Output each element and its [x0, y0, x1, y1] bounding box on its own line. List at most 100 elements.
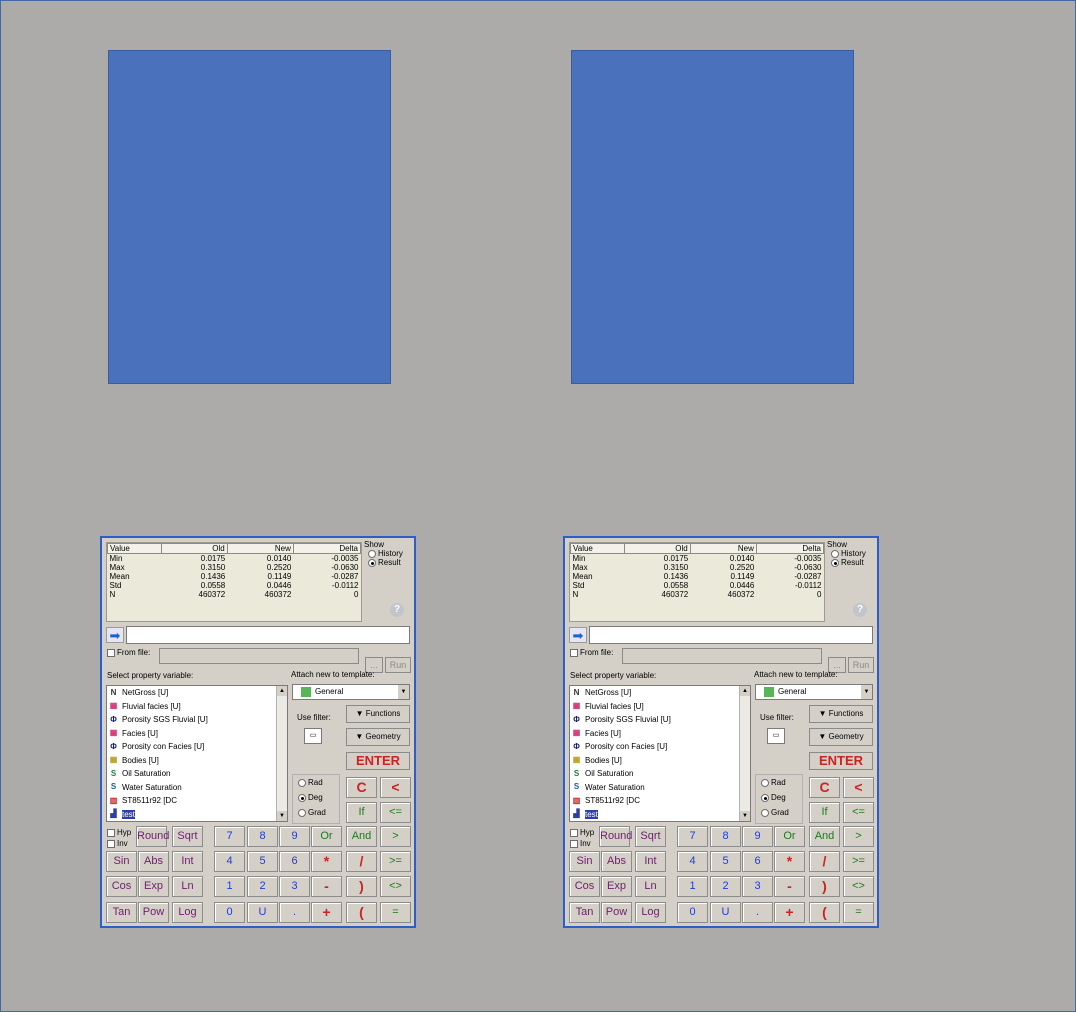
from-file-checkbox[interactable] — [570, 648, 578, 657]
property-list-item[interactable]: S Oil Saturation — [107, 767, 287, 781]
minus-key[interactable]: - — [311, 876, 342, 897]
plus-key[interactable]: + — [774, 902, 805, 923]
rad-option[interactable]: Rad — [293, 775, 339, 790]
less-than-key[interactable]: < — [843, 777, 874, 798]
round-key[interactable]: Round — [599, 826, 632, 847]
property-list-item[interactable]: ▦ Bodies [U] — [570, 754, 750, 768]
abs-key[interactable]: Abs — [138, 851, 169, 872]
abs-key[interactable]: Abs — [601, 851, 632, 872]
history-radio[interactable]: History — [364, 549, 410, 558]
list-scrollbar[interactable]: ▲ ▼ — [276, 686, 287, 821]
pow-key[interactable]: Pow — [601, 902, 632, 923]
tan-key[interactable]: Tan — [106, 902, 137, 923]
log-key[interactable]: Log — [172, 902, 203, 923]
if-key[interactable]: If — [809, 802, 840, 823]
help-icon[interactable]: ? — [390, 603, 404, 617]
grad-radio-button[interactable] — [761, 808, 769, 817]
file-path-input[interactable] — [622, 648, 822, 664]
if-key[interactable]: If — [346, 802, 377, 823]
property-list-item[interactable]: S Water Saturation — [570, 781, 750, 795]
and-key[interactable]: And — [809, 826, 840, 847]
0-key[interactable]: 0 — [677, 902, 708, 923]
divide-key[interactable]: / — [809, 851, 840, 872]
greater-than-key[interactable]: > — [380, 826, 411, 847]
grad-option[interactable]: Grad — [756, 805, 802, 820]
7-key[interactable]: 7 — [677, 826, 708, 847]
or-key[interactable]: Or — [311, 826, 342, 847]
list-scrollbar[interactable]: ▲ ▼ — [739, 686, 750, 821]
property-list-item[interactable]: S Water Saturation — [107, 781, 287, 795]
history-radio[interactable]: History — [827, 549, 873, 558]
deg-option[interactable]: Deg — [756, 790, 802, 805]
not-equal-key[interactable]: <> — [843, 876, 874, 897]
equals-key[interactable]: = — [380, 902, 411, 923]
deg-radio-button[interactable] — [761, 793, 769, 802]
rad-radio-button[interactable] — [761, 778, 769, 787]
rad-radio-button[interactable] — [298, 778, 306, 787]
functions-button[interactable]: ▼ Functions — [346, 705, 410, 723]
geometry-button[interactable]: ▼ Geometry — [346, 728, 410, 746]
hyp-option[interactable]: Hyp — [570, 827, 594, 838]
deg-radio-button[interactable] — [298, 793, 306, 802]
8-key[interactable]: 8 — [710, 826, 741, 847]
7-key[interactable]: 7 — [214, 826, 245, 847]
template-dropdown[interactable]: General ▼ — [755, 684, 873, 700]
c-key[interactable]: C — [346, 777, 377, 798]
history-radio-button[interactable] — [831, 549, 839, 558]
property-list-item[interactable]: ▦ Bodies [U] — [107, 754, 287, 768]
minus-key[interactable]: - — [774, 876, 805, 897]
deg-option[interactable]: Deg — [293, 790, 339, 805]
filter-icon[interactable]: ▭ — [304, 728, 322, 744]
insert-arrow-button[interactable]: ➡ — [106, 627, 124, 643]
sqrt-key[interactable]: Sqrt — [635, 826, 666, 847]
less-than-key[interactable]: < — [380, 777, 411, 798]
inv-checkbox[interactable] — [107, 839, 115, 848]
5-key[interactable]: 5 — [710, 851, 741, 872]
property-list[interactable]: N NetGross [U] ▦ Fluvial facies [U] Φ Porosit… — [106, 685, 288, 822]
hyp-checkbox[interactable] — [107, 828, 115, 837]
or-key[interactable]: Or — [774, 826, 805, 847]
decimal-key[interactable]: . — [742, 902, 773, 923]
less-equal-key[interactable]: <= — [380, 802, 411, 823]
template-dropdown[interactable]: General ▼ — [292, 684, 410, 700]
scroll-up-icon[interactable]: ▲ — [740, 686, 750, 696]
8-key[interactable]: 8 — [247, 826, 278, 847]
int-key[interactable]: Int — [635, 851, 666, 872]
close-paren-key[interactable]: ) — [346, 876, 377, 897]
round-key[interactable]: Round — [136, 826, 169, 847]
scroll-down-icon[interactable]: ▼ — [277, 811, 287, 821]
property-list-item[interactable]: Φ Porosity SGS Fluvial [U] — [570, 713, 750, 727]
property-list-item[interactable]: Φ Porosity con Facies [U] — [570, 740, 750, 754]
run-button[interactable]: Run — [385, 657, 411, 673]
result-radio-button[interactable] — [831, 558, 839, 567]
property-list-item[interactable]: ▦ Facies [U] — [570, 727, 750, 741]
3-key[interactable]: 3 — [742, 876, 773, 897]
property-list-item[interactable]: Φ Porosity con Facies [U] — [107, 740, 287, 754]
log-key[interactable]: Log — [635, 902, 666, 923]
plus-key[interactable]: + — [311, 902, 342, 923]
history-radio-button[interactable] — [368, 549, 376, 558]
from-file-checkbox[interactable] — [107, 648, 115, 657]
hyp-option[interactable]: Hyp — [107, 827, 131, 838]
9-key[interactable]: 9 — [742, 826, 773, 847]
ln-key[interactable]: Ln — [635, 876, 666, 897]
open-paren-key[interactable]: ( — [346, 902, 377, 923]
property-list-item[interactable]: S Oil Saturation — [570, 767, 750, 781]
open-paren-key[interactable]: ( — [809, 902, 840, 923]
not-equal-key[interactable]: <> — [380, 876, 411, 897]
4-key[interactable]: 4 — [677, 851, 708, 872]
exp-key[interactable]: Exp — [601, 876, 632, 897]
help-icon[interactable]: ? — [853, 603, 867, 617]
1-key[interactable]: 1 — [677, 876, 708, 897]
u-key[interactable]: U — [710, 902, 741, 923]
result-radio[interactable]: Result — [364, 558, 410, 567]
equals-key[interactable]: = — [843, 902, 874, 923]
multiply-key[interactable]: * — [774, 851, 805, 872]
property-list[interactable]: N NetGross [U] ▦ Fluvial facies [U] Φ Porosit… — [569, 685, 751, 822]
multiply-key[interactable]: * — [311, 851, 342, 872]
property-list-item[interactable]: ▦ Facies [U] — [107, 727, 287, 741]
2-key[interactable]: 2 — [710, 876, 741, 897]
3-key[interactable]: 3 — [279, 876, 310, 897]
9-key[interactable]: 9 — [279, 826, 310, 847]
scroll-down-icon[interactable]: ▼ — [740, 811, 750, 821]
